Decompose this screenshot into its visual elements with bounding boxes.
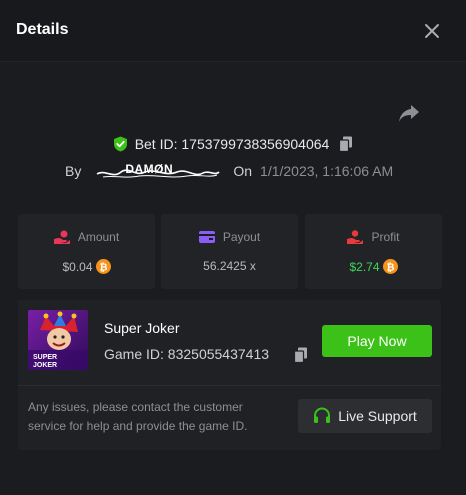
copy-icon[interactable] — [294, 347, 308, 363]
headset-icon — [314, 407, 331, 423]
payout-label: Payout — [222, 230, 261, 244]
live-support-label: Live Support — [338, 408, 417, 424]
bitcoin-icon: ₿ — [95, 259, 111, 274]
game-panel: SUPER JOKER Super Joker Game ID: 8325055… — [18, 300, 441, 450]
shield-check-icon — [113, 136, 127, 152]
share-icon[interactable] — [398, 103, 420, 123]
amount-card: Amount $0.04 ₿ — [18, 214, 155, 289]
game-thumbnail[interactable]: SUPER JOKER — [28, 310, 88, 370]
hand-chip-icon — [53, 230, 70, 244]
bet-meta-row: By DAMØN On 1/1/2023, 1:16:06 AM — [65, 160, 393, 182]
game-name[interactable]: Super Joker — [104, 320, 179, 336]
thumb-title-line2: JOKER — [33, 362, 57, 369]
play-now-button[interactable]: Play Now — [322, 325, 432, 357]
payout-card: Payout 56.2425 x — [161, 214, 298, 289]
username-text: DAMØN — [125, 162, 174, 176]
bet-id: Bet ID: 1753799738356904064 — [134, 136, 330, 152]
svg-text:₿: ₿ — [386, 261, 394, 273]
close-icon[interactable] — [423, 22, 441, 40]
amount-label: Amount — [77, 230, 120, 244]
page-title: Details — [16, 21, 69, 38]
bet-date: 1/1/2023, 1:16:06 AM — [260, 163, 394, 179]
by-label: By — [65, 163, 82, 179]
svg-text:₿: ₿ — [99, 261, 107, 273]
profit-value: $2.74 — [349, 259, 380, 274]
support-notice: Any issues, please contact the customer … — [28, 400, 248, 433]
game-id: Game ID: 8325055437413 — [104, 346, 270, 362]
bet-id-row: Bet ID: 1753799738356904064 — [0, 133, 466, 155]
thumb-title-line1: SUPER — [33, 354, 57, 361]
on-label: On — [233, 163, 253, 179]
profit-label: Profit — [371, 230, 400, 244]
bitcoin-icon: ₿ — [382, 259, 398, 274]
payout-value: 56.2425 x — [203, 259, 256, 273]
profit-card: Profit $2.74 ₿ — [305, 214, 442, 289]
details-header: Details — [0, 0, 466, 62]
copy-icon[interactable] — [339, 136, 353, 152]
amount-value: $0.04 — [62, 259, 93, 274]
wallet-icon — [198, 231, 215, 243]
live-support-button[interactable]: Live Support — [298, 399, 432, 433]
username[interactable]: DAMØN — [95, 160, 221, 182]
hand-money-icon — [347, 230, 364, 244]
divider — [18, 385, 441, 386]
